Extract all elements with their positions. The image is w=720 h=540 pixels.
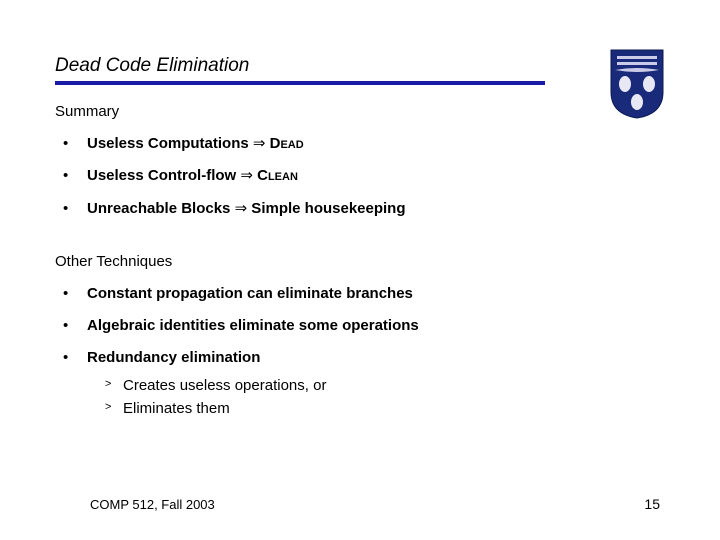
sub-item: Creates useless operations, or bbox=[105, 375, 665, 397]
other-item: Algebraic identities eliminate some oper… bbox=[63, 316, 665, 336]
other-heading: Other Techniques bbox=[55, 253, 665, 270]
summary-item: Useless Computations ⇒ Dead bbox=[63, 134, 665, 154]
bullet-text: Constant propagation can eliminate branc… bbox=[87, 285, 413, 302]
summary-item: Unreachable Blocks ⇒ Simple housekeeping bbox=[63, 199, 665, 219]
bullet-text: Redundancy elimination bbox=[87, 349, 260, 366]
summary-heading: Summary bbox=[55, 103, 665, 120]
implies-icon: ⇒ bbox=[235, 201, 248, 217]
summary-item: Useless Control-flow ⇒ Clean bbox=[63, 166, 665, 186]
bullet-lead: Unreachable Blocks bbox=[87, 200, 235, 217]
bullet-tail: Clean bbox=[253, 167, 298, 184]
sub-list: Creates useless operations, or Eliminate… bbox=[105, 375, 665, 421]
slide-title: Dead Code Elimination bbox=[55, 55, 665, 77]
title-underline bbox=[55, 81, 545, 85]
implies-icon: ⇒ bbox=[240, 168, 253, 184]
bullet-text: Algebraic identities eliminate some oper… bbox=[87, 317, 419, 334]
other-list: Constant propagation can eliminate branc… bbox=[63, 284, 665, 420]
bullet-tail: Simple housekeeping bbox=[247, 200, 405, 217]
implies-icon: ⇒ bbox=[253, 136, 266, 152]
bullet-lead: Useless Control-flow bbox=[87, 167, 240, 184]
bullet-tail: Dead bbox=[265, 135, 303, 152]
other-item: Redundancy elimination Creates useless o… bbox=[63, 348, 665, 420]
summary-list: Useless Computations ⇒ Dead Useless Cont… bbox=[63, 134, 665, 219]
footer-course: COMP 512, Fall 2003 bbox=[90, 497, 215, 512]
bullet-lead: Useless Computations bbox=[87, 135, 253, 152]
crest-icon bbox=[609, 48, 665, 120]
other-item: Constant propagation can eliminate branc… bbox=[63, 284, 665, 304]
page-number: 15 bbox=[644, 496, 660, 512]
sub-item: Eliminates them bbox=[105, 398, 665, 420]
